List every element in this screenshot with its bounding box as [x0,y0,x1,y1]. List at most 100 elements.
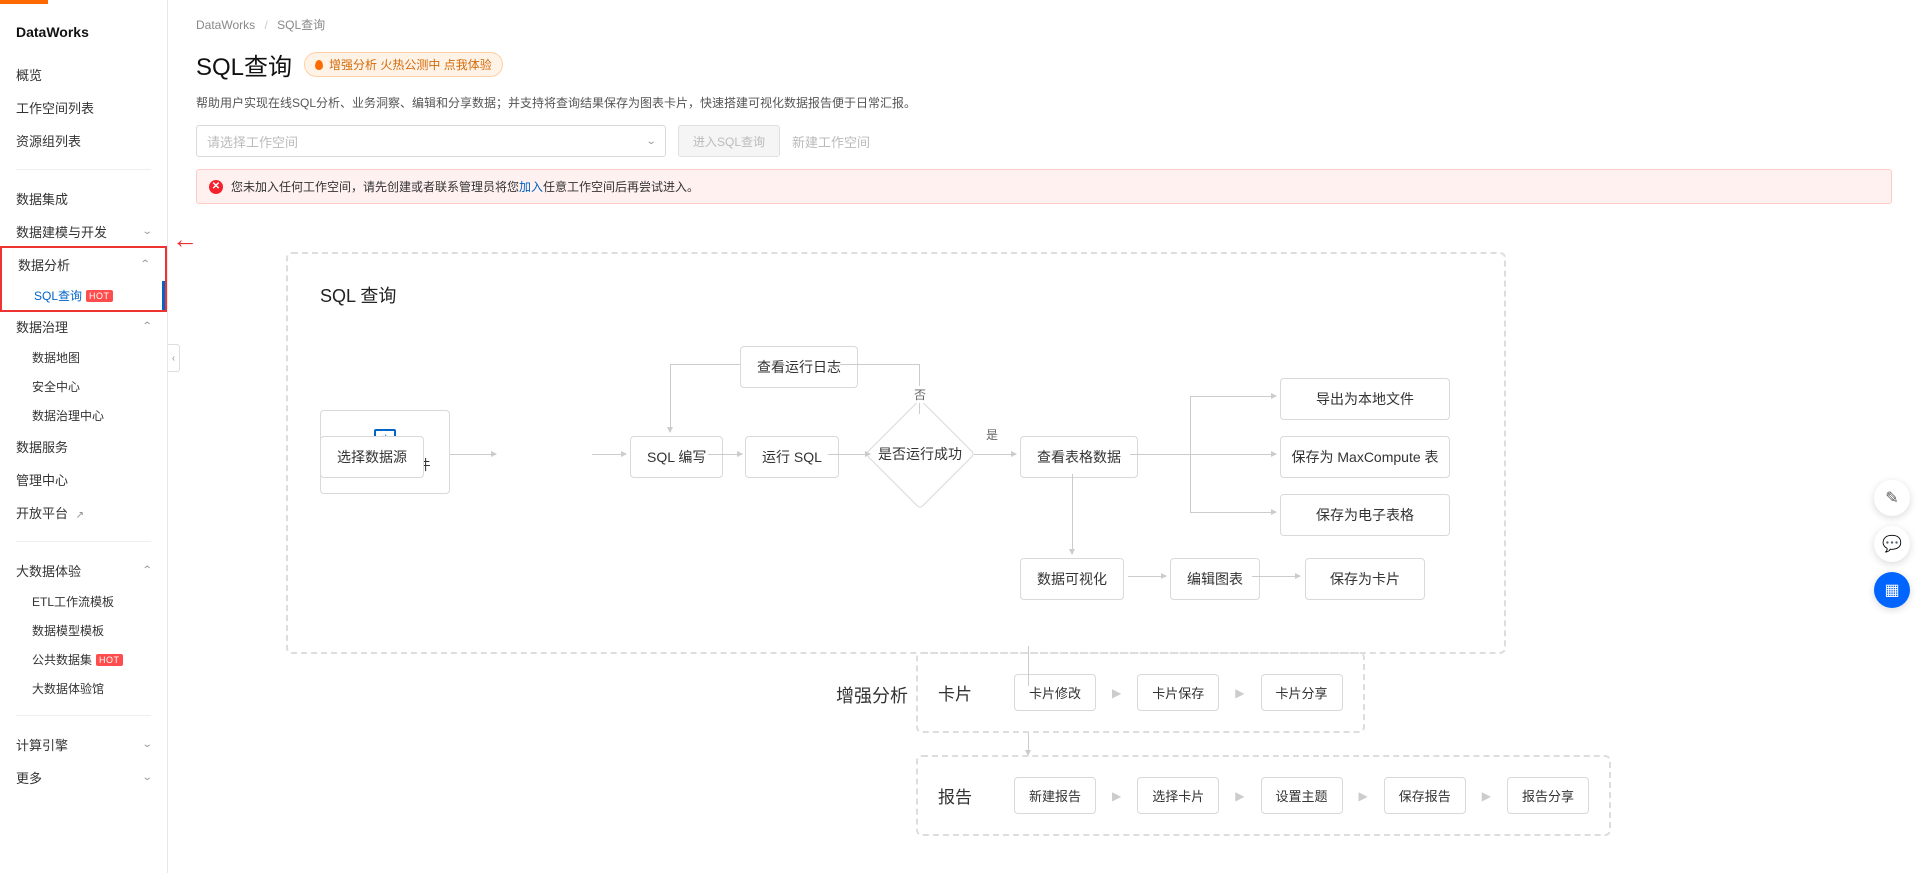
card-title: 卡片 [938,680,972,705]
label: 数据建模与开发 [16,222,107,241]
label: 数据集成 [16,189,68,208]
sidebar-item-workspace-list[interactable]: 工作空间列表 [0,91,167,124]
sidebar-item-data-service[interactable]: 数据服务 [0,430,167,463]
sidebar-item-resource-list[interactable]: 资源组列表 [0,124,167,157]
label: 大数据体验馆 [32,680,104,697]
node-save-sheet: 保存为电子表格 [1280,494,1450,536]
error-icon: ✕ [209,180,223,194]
label: 数据分析 [18,255,70,274]
workspace-select[interactable]: 请选择工作空间 ⌄ [196,125,666,157]
label: 管理中心 [16,470,68,489]
arrow [450,454,496,455]
chat-float-button[interactable]: 💬 [1874,526,1910,562]
breadcrumb-current: SQL查询 [277,18,325,32]
alert-join-link[interactable]: 加入 [519,180,543,194]
promo-text: 增强分析 火热公测中 点我体验 [329,56,492,73]
sidebar-item-bigdata-experience[interactable]: 大数据体验 ⌃ [0,554,167,587]
separator: / [264,18,267,32]
divider [16,169,151,170]
sidebar-item-open-platform[interactable]: 开放平台 ↗ [0,496,167,529]
arrow-right-icon: ▶ [1112,789,1121,803]
label-no: 否 [912,386,928,403]
sidebar: DataWorks 概览 工作空间列表 资源组列表 数据集成 数据建模与开发 ⌄… [0,0,168,873]
arrow [1190,512,1276,513]
node-select-source: 选择数据源 [320,436,424,478]
label: 更多 [16,768,42,787]
arrow-right-icon: ▶ [1482,789,1491,803]
node-visualize: 数据可视化 [1020,558,1124,600]
arrow [1190,396,1276,397]
sidebar-item-data-analysis[interactable]: 数据分析 ⌃ [2,248,165,281]
sidebar-item-data-integration[interactable]: 数据集成 [0,182,167,215]
arrow [1190,454,1276,455]
main-content: DataWorks / SQL查询 SQL查询 增强分析 火热公测中 点我体验 … [168,0,1920,873]
page-description: 帮助用户实现在线SQL分析、业务洞察、编辑和分享数据；并支持将查询结果保存为图表… [196,94,1892,111]
label-yes: 是 [984,426,1000,443]
enter-sql-query-button[interactable]: 进入SQL查询 [678,125,780,157]
sidebar-item-data-governance[interactable]: 数据治理 ⌃ [0,310,167,343]
enhanced-analysis-title: 增强分析 [836,662,908,708]
chevron-down-icon: ⌄ [141,772,152,783]
label: SQL查询 [34,287,82,304]
arrow [974,454,1016,455]
line [1130,454,1190,455]
arrow-right-icon: ▶ [1235,789,1244,803]
sidebar-subitem-sql-query[interactable]: SQL查询 HOT [2,281,165,310]
chevron-up-icon: ⌃ [141,321,152,332]
sidebar-item-management-center[interactable]: 管理中心 [0,463,167,496]
line [840,364,920,365]
arrow-right-icon: ▶ [1359,789,1368,803]
node-edit-chart: 编辑图表 [1170,558,1260,600]
chevron-up-icon: ⌃ [139,259,150,270]
arrow [670,364,671,432]
label: 公共数据集 [32,651,92,668]
node-card-share: 卡片分享 [1261,674,1343,711]
sidebar-item-data-modeling-dev[interactable]: 数据建模与开发 ⌄ [0,215,167,248]
chevron-down-icon: ⌄ [645,136,656,147]
sidebar-subitem-governance-center[interactable]: 数据治理中心 [0,401,167,430]
sidebar-subitem-data-model-template[interactable]: 数据模型模板 [0,616,167,645]
label: 开放平台 [16,506,68,521]
sidebar-subitem-data-map[interactable]: 数据地图 [0,343,167,372]
breadcrumb-root[interactable]: DataWorks [196,18,255,32]
label: 数据治理 [16,317,68,336]
fire-icon [315,60,323,70]
top-accent-bar [0,0,48,4]
arrow [1028,733,1029,755]
sidebar-subitem-security-center[interactable]: 安全中心 [0,372,167,401]
card-flow-panel: 卡片 卡片修改 ▶ 卡片保存 ▶ 卡片分享 [916,652,1365,733]
node-card-edit: 卡片修改 [1014,674,1096,711]
report-flow-panel: 报告 新建报告 ▶ 选择卡片 ▶ 设置主题 ▶ 保存报告 ▶ 报告分享 [916,755,1611,836]
node-share-report: 报告分享 [1507,777,1589,814]
edit-float-button[interactable]: ✎ [1874,480,1910,516]
highlight-annotation: 数据分析 ⌃ SQL查询 HOT [0,246,167,312]
line [1028,646,1029,686]
flow-diagram: 新建 SQL 文件 选择数据源 SQL 编写 运行 SQL 是否运行成功 查看表… [320,330,1472,610]
sidebar-item-more[interactable]: 更多 ⌄ [0,761,167,794]
label: ETL工作流模板 [32,593,114,610]
node-save-mc: 保存为 MaxCompute 表 [1280,436,1450,478]
sidebar-item-overview[interactable]: 概览 [0,58,167,91]
sidebar-subitem-public-dataset[interactable]: 公共数据集 HOT [0,645,167,674]
chevron-down-icon: ⌄ [141,226,152,237]
arrow [1252,576,1300,577]
arrow-right-icon: ▶ [1235,686,1244,700]
sidebar-subitem-etl-template[interactable]: ETL工作流模板 [0,587,167,616]
placeholder: 请选择工作空间 [207,132,298,151]
breadcrumb: DataWorks / SQL查询 [196,16,1892,33]
sidebar-subitem-experience-hall[interactable]: 大数据体验馆 [0,674,167,703]
label: 工作空间列表 [16,98,94,117]
label: 数据服务 [16,437,68,456]
label: 概览 [16,65,42,84]
promo-pill[interactable]: 增强分析 火热公测中 点我体验 [304,52,503,77]
label: 安全中心 [32,378,80,395]
new-workspace-link[interactable]: 新建工作空间 [792,132,870,151]
arrow-right-icon: ▶ [1112,686,1121,700]
alert-error: ✕ 您未加入任何工作空间，请先创建或者联系管理员将您加入任意工作空间后再尝试进入… [196,169,1892,204]
annotation-arrow-icon: ← [172,224,198,255]
sidebar-collapse-button[interactable]: ‹ [168,344,180,372]
node-save-card: 保存为卡片 [1305,558,1425,600]
label: 计算引擎 [16,735,68,754]
apps-float-button[interactable]: ▦ [1874,572,1910,608]
sidebar-item-compute-engine[interactable]: 计算引擎 ⌄ [0,728,167,761]
